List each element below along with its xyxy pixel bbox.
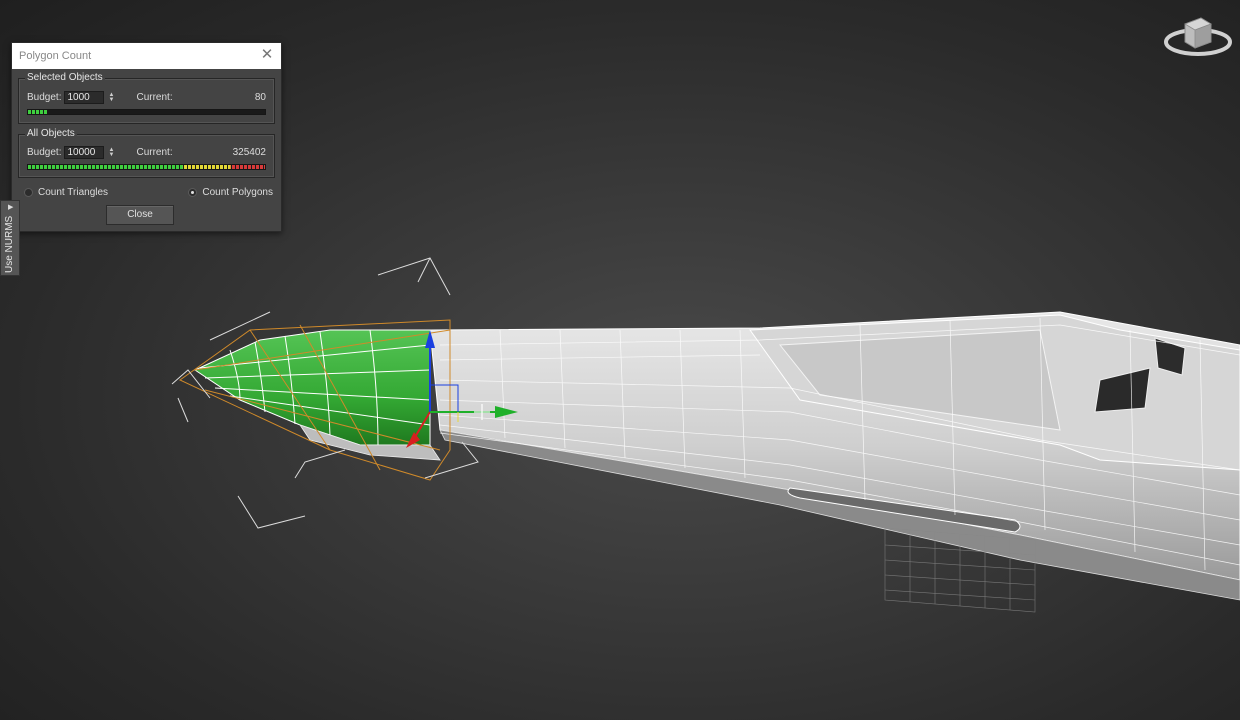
use-nurms-label: Use NURMS — [4, 215, 15, 273]
count-polygons-label: Count Polygons — [202, 187, 273, 198]
all-meter-fill — [28, 165, 265, 169]
all-budget-spinner[interactable]: 10000 ▲ ▼ — [64, 146, 116, 159]
count-mode-options: Count Triangles Count Polygons — [24, 187, 273, 198]
dialog-title: Polygon Count — [19, 50, 92, 62]
selected-objects-label: Selected Objects — [25, 72, 105, 83]
radio-icon[interactable] — [188, 188, 198, 197]
close-button[interactable]: Close — [106, 205, 174, 225]
use-nurms-tab[interactable]: ▶ Use NURMS — [0, 200, 20, 276]
spinner-arrows-icon[interactable]: ▲ ▼ — [106, 91, 116, 104]
dialog-titlebar[interactable]: Polygon Count ✕ — [12, 43, 281, 69]
selected-current-value: 80 — [254, 92, 266, 103]
count-triangles-label: Count Triangles — [38, 187, 109, 198]
selected-objects-group: Selected Objects Budget: 1000 ▲ ▼ Current… — [18, 72, 275, 124]
all-budget-input[interactable]: 10000 — [64, 146, 105, 159]
all-budget-meter — [27, 164, 266, 170]
radio-icon[interactable] — [24, 188, 33, 197]
nose-cone-selection[interactable] — [171, 257, 479, 529]
close-icon[interactable]: ✕ — [259, 47, 275, 63]
selected-meter-fill — [28, 110, 47, 114]
count-polygons-radio[interactable]: Count Polygons — [188, 187, 273, 198]
selected-budget-meter — [27, 109, 266, 115]
selected-budget-spinner[interactable]: 1000 ▲ ▼ — [64, 91, 116, 104]
all-budget-label: Budget: — [27, 147, 62, 158]
expand-arrow-icon[interactable]: ▶ — [8, 203, 13, 211]
all-current-value: 325402 — [232, 147, 266, 158]
all-current-label: Current: — [136, 147, 173, 158]
selected-budget-input[interactable]: 1000 — [64, 91, 105, 104]
count-triangles-radio[interactable]: Count Triangles — [24, 187, 108, 198]
spinner-arrows-icon[interactable]: ▲ ▼ — [106, 146, 116, 159]
ship-hull-mesh[interactable] — [429, 311, 1240, 613]
selected-current-label: Current: — [136, 92, 173, 103]
viewcube-icon[interactable] — [1163, 8, 1233, 64]
selected-budget-label: Budget: — [27, 92, 62, 103]
polygon-count-dialog: Polygon Count ✕ Selected Objects Budget:… — [11, 42, 282, 232]
all-objects-group: All Objects Budget: 10000 ▲ ▼ Current: 32… — [18, 128, 275, 178]
all-objects-label: All Objects — [25, 128, 77, 139]
